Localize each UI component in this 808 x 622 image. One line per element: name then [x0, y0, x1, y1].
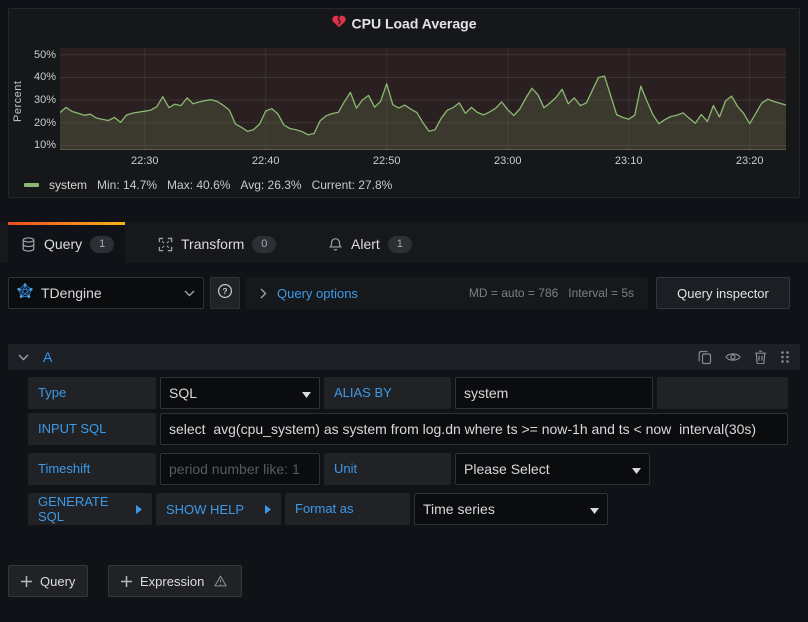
y-axis-ticks: 10% 20% 30% 40% 50%	[8, 48, 56, 150]
y-tick-label: 10%	[12, 139, 56, 151]
cpu-load-line-chart	[60, 48, 786, 150]
timeshift-input[interactable]	[160, 453, 320, 485]
legend-stat-current: Current: 27.8%	[312, 178, 393, 192]
format-as-label: Format as	[285, 493, 410, 525]
toggle-visibility-eye-icon[interactable]	[725, 351, 741, 363]
generate-sql-label: GENERATE SQL	[38, 494, 136, 524]
svg-text:?: ?	[222, 286, 227, 296]
unit-label: Unit	[324, 453, 451, 485]
y-tick-label: 20%	[12, 117, 56, 129]
x-tick-label: 23:00	[494, 155, 522, 167]
input-sql-label: INPUT SQL	[28, 413, 156, 445]
x-axis-ticks: 22:30 22:40 22:50 23:00 23:10 23:20	[60, 155, 786, 169]
caret-down-icon	[302, 385, 311, 401]
delete-query-trash-icon[interactable]	[754, 350, 767, 364]
query-options-bar[interactable]: Query options MD = auto = 786 Interval =…	[246, 277, 648, 309]
legend-stat-avg: Avg: 26.3%	[240, 178, 301, 192]
add-expression-button[interactable]: Expression	[108, 565, 242, 597]
unit-select[interactable]: Please Select	[455, 453, 650, 485]
caret-right-icon	[136, 505, 144, 514]
chart-legend: system Min: 14.7% Max: 40.6% Avg: 26.3% …	[24, 177, 784, 193]
max-data-points-value: MD = auto = 786	[469, 286, 558, 300]
database-icon	[21, 237, 36, 252]
chevron-right-icon	[260, 288, 267, 299]
drag-handle-icon[interactable]	[780, 350, 790, 364]
unit-select-value: Please Select	[464, 461, 632, 477]
transform-icon	[158, 237, 173, 252]
collapse-chevron-icon[interactable]	[18, 354, 29, 361]
chart-plot[interactable]	[60, 48, 786, 150]
tab-query-label: Query	[44, 236, 82, 252]
legend-series-name[interactable]: system	[49, 178, 87, 192]
x-tick-label: 22:50	[373, 155, 401, 167]
interval-value: Interval = 5s	[568, 286, 634, 300]
y-tick-label: 50%	[12, 49, 56, 61]
warning-triangle-icon	[214, 575, 227, 587]
tdengine-logo-icon	[17, 283, 33, 304]
legend-stat-max: Max: 40.6%	[167, 178, 230, 192]
datasource-help-button[interactable]: ?	[210, 277, 240, 309]
input-sql-input[interactable]	[160, 413, 788, 445]
y-tick-label: 30%	[12, 94, 56, 106]
x-tick-label: 23:20	[736, 155, 764, 167]
tab-query[interactable]: Query 1	[21, 225, 114, 263]
generate-sql-button[interactable]: GENERATE SQL	[28, 493, 152, 525]
panel-title: CPU Load Average	[352, 15, 477, 31]
plus-icon	[121, 576, 132, 587]
row-filler	[657, 377, 788, 409]
timeshift-label: Timeshift	[28, 453, 156, 485]
query-inspector-button[interactable]: Query inspector	[656, 277, 790, 309]
tab-query-count: 1	[90, 236, 114, 253]
format-as-select[interactable]: Time series	[414, 493, 608, 525]
tab-alert-label: Alert	[351, 236, 380, 252]
tab-transform[interactable]: Transform 0	[158, 225, 276, 263]
add-query-label: Query	[40, 574, 75, 589]
alias-by-input[interactable]	[455, 377, 653, 409]
format-as-value: Time series	[423, 501, 590, 517]
x-tick-label: 22:30	[131, 155, 159, 167]
duplicate-query-icon[interactable]	[698, 350, 712, 365]
datasource-picker[interactable]: TDengine	[8, 277, 204, 309]
question-circle-icon: ?	[217, 283, 233, 304]
caret-down-icon	[590, 501, 599, 517]
legend-stat-min: Min: 14.7%	[97, 178, 157, 192]
query-row-actions	[698, 350, 790, 365]
tab-bar: Query 1 Transform 0 Alert 1	[0, 222, 808, 263]
datasource-name: TDengine	[41, 285, 176, 301]
caret-right-icon	[265, 505, 273, 514]
query-row-header[interactable]: A	[8, 344, 800, 370]
panel-header[interactable]: CPU Load Average	[8, 14, 800, 31]
type-label: Type	[28, 377, 156, 409]
plus-icon	[21, 576, 32, 587]
query-options-label: Query options	[277, 286, 358, 301]
add-expression-label: Expression	[140, 574, 204, 589]
type-select[interactable]: SQL	[160, 377, 320, 409]
caret-down-icon	[632, 461, 641, 477]
legend-swatch[interactable]	[24, 183, 39, 187]
grafana-panel-editor: CPU Load Average Percent 10%20%30%40%50%…	[0, 0, 808, 622]
x-tick-label: 22:40	[252, 155, 280, 167]
show-help-label: SHOW HELP	[166, 502, 244, 517]
tab-alert[interactable]: Alert 1	[328, 225, 412, 263]
x-tick-label: 23:10	[615, 155, 643, 167]
tab-transform-label: Transform	[181, 236, 244, 252]
alert-heartbreak-icon	[332, 15, 346, 31]
tab-transform-count: 0	[252, 236, 276, 253]
add-query-button[interactable]: Query	[8, 565, 88, 597]
bell-icon	[328, 237, 343, 252]
y-tick-label: 40%	[12, 71, 56, 83]
query-ref-id: A	[43, 349, 52, 365]
tab-alert-count: 1	[388, 236, 412, 253]
type-select-value: SQL	[169, 385, 302, 401]
chevron-down-icon	[184, 284, 195, 302]
alias-by-label: ALIAS BY	[324, 377, 451, 409]
show-help-button[interactable]: SHOW HELP	[156, 493, 281, 525]
